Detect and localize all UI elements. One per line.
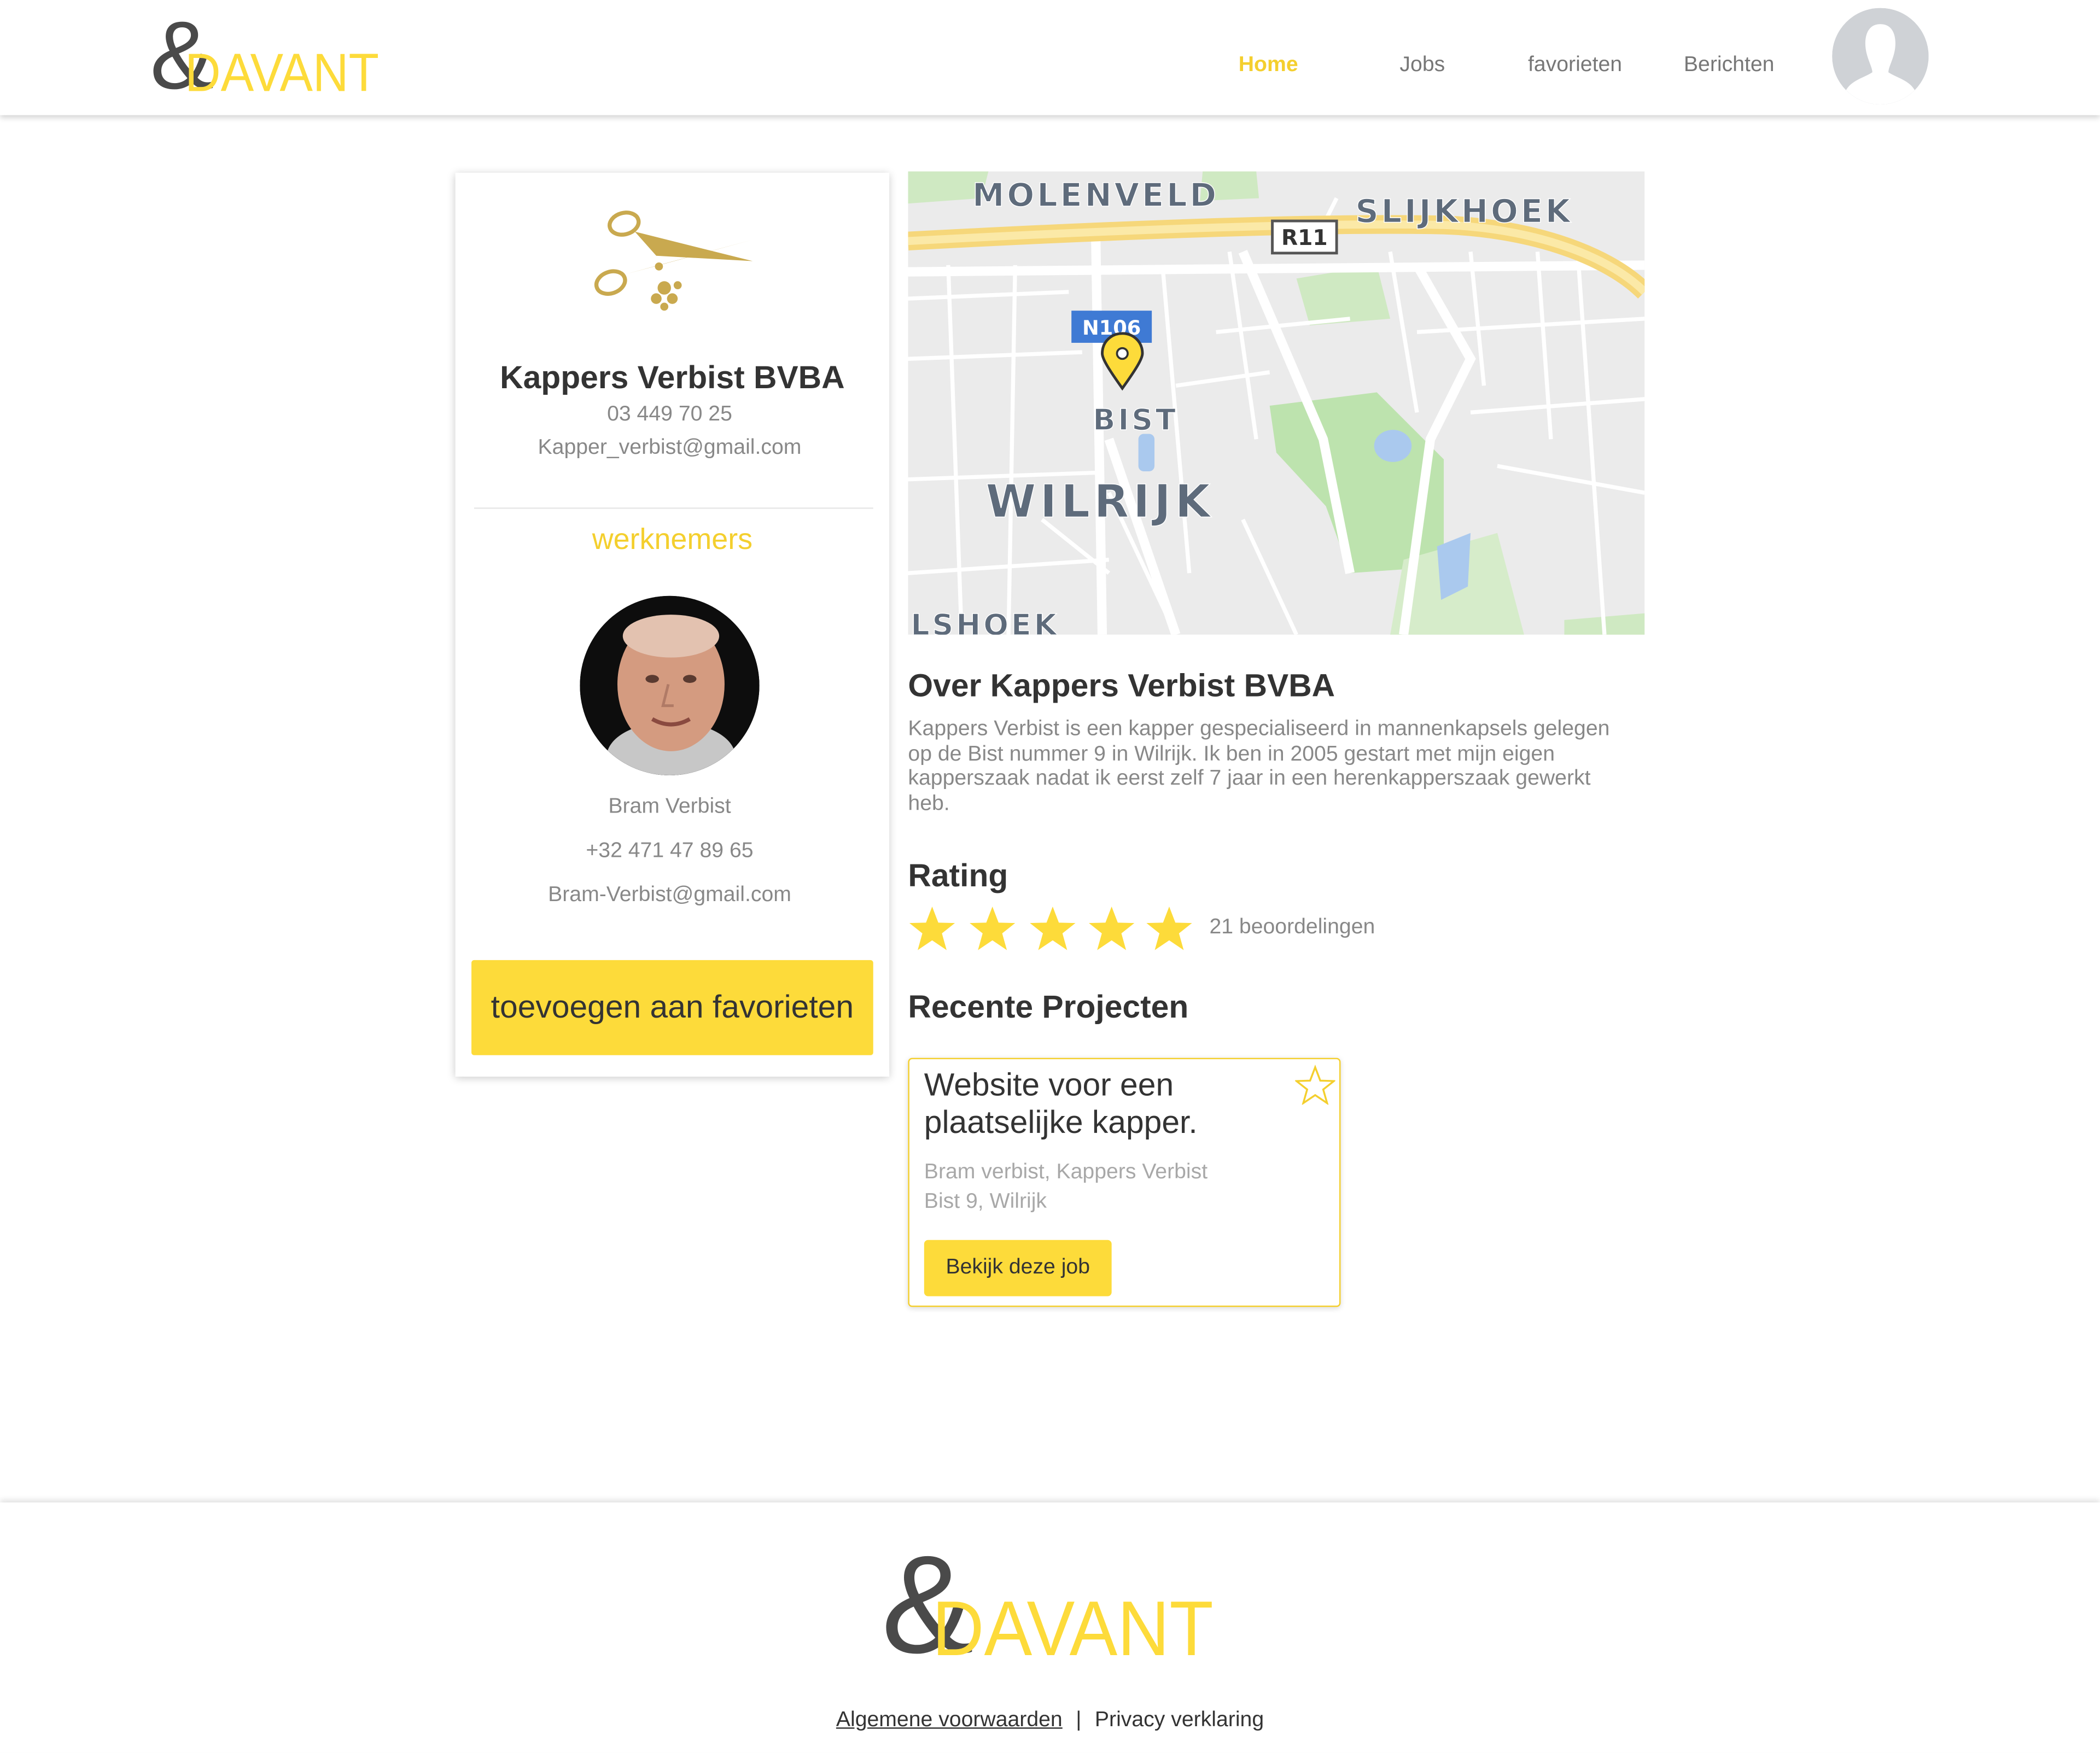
svg-text:BIST: BIST [1093,402,1178,437]
footer-links: Algemene voorwaarden | Privacy verklaring [0,1709,2100,1733]
company-card: Kappers Verbist BVBA 03 449 70 25 Kapper… [455,172,890,1077]
company-phone: 03 449 70 25 [607,403,732,426]
star-icon [1029,905,1077,954]
add-to-favorites-button[interactable]: toevoegen aan favorieten [471,960,873,1055]
svg-text:WILRIJK: WILRIJK [985,475,1214,528]
davant-footer-logo[interactable]: & DAVANT [881,1540,1218,1663]
project-address: Bist 9, Wilrijk [924,1190,1047,1213]
divider [474,507,873,509]
recent-projects-title: Recente Projecten [908,989,1189,1026]
davant-logo[interactable]: & DAVANT [150,11,384,97]
profile-avatar[interactable] [1832,8,1929,105]
project-card: Website voor een plaatselijke kapper. Br… [908,1057,1341,1307]
employee-face-image [580,595,760,775]
about-title: Over Kappers Verbist BVBA [908,668,1335,705]
employee-phone: +32 471 47 89 65 [586,839,754,863]
scissors-icon [594,211,753,311]
star-icon [1145,905,1193,954]
project-title: Website voor een plaatselijke kapper. [924,1067,1198,1141]
review-count[interactable]: 21 beoordelingen [1209,916,1375,940]
nav-home[interactable]: Home [1195,54,1342,78]
terms-link[interactable]: Algemene voorwaarden [836,1709,1063,1732]
footer-separator: | [1076,1708,1082,1732]
rating-title: Rating [908,858,1008,895]
svg-text:LSHOEK: LSHOEK [911,607,1059,635]
svg-text:MOLENVELD: MOLENVELD [972,176,1219,214]
star-icon [908,905,956,954]
employee-email: Bram-Verbist@gmail.com [548,884,791,907]
footer: & DAVANT Algemene voorwaarden | Privacy ve… [0,1502,2100,1753]
location-map[interactable]: MOLENVELD SLIJKHOEK BIST WILRIJK LSHOEK … [908,171,1645,635]
user-silhouette-icon [1832,8,1929,105]
svg-text:SLIJKHOEK: SLIJKHOEK [1355,192,1573,230]
svg-text:DAVANT: DAVANT [185,43,379,97]
svg-text:DAVANT: DAVANT [932,1585,1214,1663]
employees-heading: werknemers [592,522,753,556]
star-icon [969,905,1017,954]
employee-photo [580,595,760,775]
nav-jobs[interactable]: Jobs [1349,54,1496,78]
nav-berichten[interactable]: Berichten [1655,54,1802,78]
star-outline-icon[interactable] [1295,1065,1335,1105]
nav-favorieten[interactable]: favorieten [1501,54,1648,78]
top-nav-bar: & DAVANT Home Jobs favorieten Berichten [0,0,2100,115]
view-job-button[interactable]: Bekijk deze job [924,1240,1112,1296]
about-text: Kappers Verbist is een kapper gespeciali… [908,717,1610,815]
company-email: Kapper_verbist@gmail.com [538,436,802,460]
company-name: Kappers Verbist BVBA [500,360,845,396]
star-icon [1088,905,1136,954]
employee-name: Bram Verbist [608,795,731,819]
svg-text:R11: R11 [1281,226,1328,250]
project-client: Bram verbist, Kappers Verbist [924,1161,1208,1184]
privacy-link[interactable]: Privacy verklaring [1095,1709,1264,1732]
